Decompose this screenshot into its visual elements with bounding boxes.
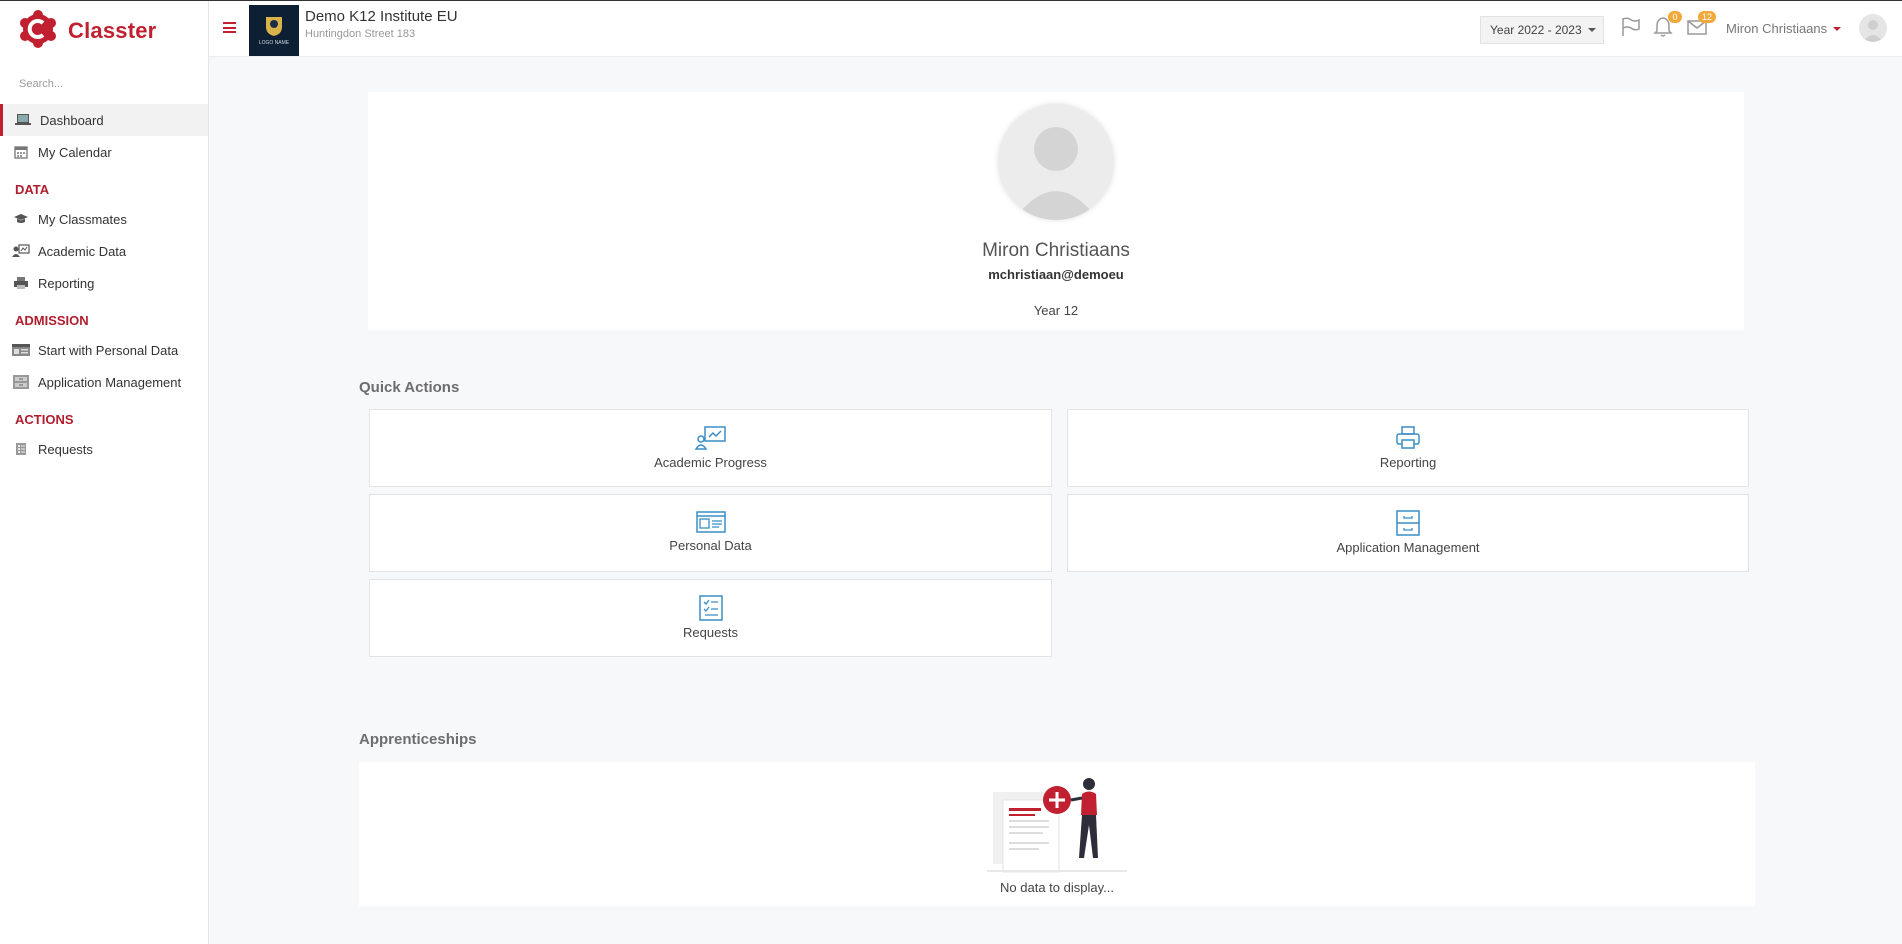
printer-icon xyxy=(10,276,32,290)
sidebar-item-label: My Calendar xyxy=(38,144,112,160)
quick-action-label: Application Management xyxy=(1336,540,1480,555)
sidebar-item-label: Reporting xyxy=(38,275,95,291)
year-select-value: Year 2022 - 2023 xyxy=(1490,23,1582,37)
calendar-icon xyxy=(10,145,32,159)
checklist-icon xyxy=(698,595,723,621)
cabinet-icon xyxy=(10,374,32,390)
sidebar-item-application-management[interactable]: Application Management xyxy=(0,366,208,398)
brand-name: Classter xyxy=(68,18,157,43)
sidebar-item-label: Start with Personal Data xyxy=(38,342,179,358)
messages-button[interactable]: 12 xyxy=(1686,11,1716,40)
quick-action-academic-progress[interactable]: Academic Progress xyxy=(369,409,1052,487)
sidebar-item-label: My Classmates xyxy=(38,211,127,227)
user-avatar[interactable] xyxy=(1859,14,1887,42)
sidebar-item-my-calendar[interactable]: My Calendar xyxy=(0,136,208,168)
chevron-down-icon xyxy=(1587,28,1596,32)
year-select[interactable]: Year 2022 - 2023 xyxy=(1480,16,1604,44)
profile-year: Year 12 xyxy=(1033,303,1079,318)
sidebar-search-input[interactable]: Search... xyxy=(0,62,208,104)
quick-action-requests[interactable]: Requests xyxy=(369,579,1052,657)
quick-action-application-management[interactable]: Application Management xyxy=(1067,494,1749,572)
brand[interactable]: Classter xyxy=(0,0,208,62)
checklist-icon xyxy=(10,442,32,456)
id-card-icon xyxy=(10,343,32,357)
graduation-cap-icon xyxy=(10,213,32,225)
quick-action-personal-data[interactable]: Personal Data xyxy=(369,494,1052,572)
quick-action-label: Reporting xyxy=(1379,455,1437,470)
quick-actions-title: Quick Actions xyxy=(359,379,460,396)
sidebar: Classter Search... Dashboard My Calendar… xyxy=(0,0,209,944)
sidebar-section-admission: ADMISSION xyxy=(15,313,89,328)
academic-data-icon xyxy=(10,244,32,258)
sidebar-section-data: DATA xyxy=(15,182,50,197)
sidebar-item-my-classmates[interactable]: My Classmates xyxy=(0,203,208,235)
quick-action-label: Requests xyxy=(683,625,738,640)
profile-name: Miron Christiaans xyxy=(982,240,1130,261)
user-menu[interactable]: Miron Christiaans xyxy=(1726,21,1842,36)
empty-state-illustration xyxy=(987,770,1127,880)
sidebar-section-actions: ACTIONS xyxy=(15,412,74,427)
sidebar-item-label: Requests xyxy=(38,441,93,457)
avatar-placeholder-icon xyxy=(1863,20,1883,42)
sidebar-item-label: Academic Data xyxy=(38,243,127,259)
apprenticeships-title: Apprenticeships xyxy=(359,731,477,748)
sidebar-item-start-with-personal-data[interactable]: Start with Personal Data xyxy=(0,334,208,366)
quick-action-label: Personal Data xyxy=(669,538,752,553)
top-header: LOGO NAME Demo K12 Institute EU Huntingd… xyxy=(209,0,1902,57)
profile-email: mchristiaan@demoeu xyxy=(988,267,1124,282)
quick-action-label: Academic Progress xyxy=(654,455,767,470)
sidebar-item-label: Dashboard xyxy=(40,112,104,128)
laptop-icon xyxy=(12,113,34,127)
user-name: Miron Christiaans xyxy=(1726,21,1828,36)
quick-action-reporting[interactable]: Reporting xyxy=(1067,409,1749,487)
academic-progress-icon xyxy=(694,426,726,450)
sidebar-item-dashboard[interactable]: Dashboard xyxy=(0,104,208,136)
id-card-icon xyxy=(695,511,726,533)
classter-logo-icon xyxy=(18,9,58,54)
printer-icon xyxy=(1396,426,1420,449)
messages-badge: 12 xyxy=(1697,11,1716,23)
notifications-badge: 0 xyxy=(1668,11,1682,23)
sidebar-item-academic-data[interactable]: Academic Data xyxy=(0,235,208,267)
flag-icon[interactable] xyxy=(1619,16,1643,40)
school-logo: LOGO NAME xyxy=(249,5,299,56)
menu-toggle-icon[interactable] xyxy=(223,22,236,33)
profile-card: Miron Christiaans mchristiaan@demoeu Yea… xyxy=(368,92,1744,330)
cabinet-icon xyxy=(1396,510,1420,536)
apprenticeships-panel: No data to display... xyxy=(359,762,1755,906)
school-name: Demo K12 Institute EU xyxy=(305,8,458,25)
sidebar-item-requests[interactable]: Requests xyxy=(0,433,208,465)
avatar-placeholder-icon xyxy=(1014,127,1098,220)
school-crest-icon xyxy=(266,17,282,36)
chevron-down-icon xyxy=(1833,26,1842,31)
logo-text: LOGO NAME xyxy=(258,40,290,46)
profile-avatar xyxy=(998,104,1114,220)
sidebar-item-reporting[interactable]: Reporting xyxy=(0,267,208,299)
notifications-button[interactable]: 0 xyxy=(1652,11,1682,40)
sidebar-item-label: Application Management xyxy=(38,374,182,390)
school-address: Huntingdon Street 183 xyxy=(305,28,416,40)
empty-state-text: No data to display... xyxy=(1000,880,1114,895)
